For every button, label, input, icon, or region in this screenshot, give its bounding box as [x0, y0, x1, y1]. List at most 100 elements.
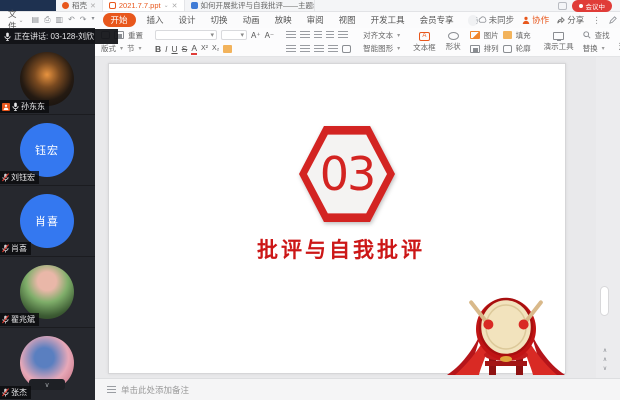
- outline-icon[interactable]: [503, 45, 512, 53]
- slide-canvas[interactable]: 03 批评与自我批评: [108, 63, 566, 374]
- tab-review[interactable]: 审阅: [303, 13, 328, 27]
- tab-design[interactable]: 设计: [175, 13, 200, 27]
- justify-icon[interactable]: [328, 45, 338, 53]
- shape-button[interactable]: 形状: [441, 28, 466, 56]
- increase-indent-icon[interactable]: [326, 31, 334, 39]
- paragraph-group: [282, 28, 355, 56]
- select-button[interactable]: 选择: [614, 28, 620, 56]
- tab-template-store[interactable]: 稻壳 ✕: [56, 0, 103, 11]
- decrease-indent-icon[interactable]: [314, 31, 322, 39]
- align-text-button[interactable]: 对齐文本: [363, 30, 393, 41]
- tab-member[interactable]: 会员专享: [416, 13, 458, 27]
- highlight-color-icon[interactable]: [223, 45, 232, 53]
- tab-home[interactable]: 开始: [103, 13, 136, 27]
- slide-number-hexagon[interactable]: 03: [299, 124, 395, 224]
- participant-tile[interactable]: 肖喜 肖喜: [0, 186, 95, 257]
- close-icon[interactable]: ✕: [172, 2, 178, 10]
- tab-presentation[interactable]: 2021.7.7.ppt ⌄ ✕: [103, 0, 185, 11]
- slide-section-number: 03: [320, 147, 375, 201]
- underline-button[interactable]: U: [172, 44, 178, 54]
- picture-button[interactable]: 图片: [484, 30, 499, 41]
- participant-tile[interactable]: 钰宏 刘钰宏: [0, 115, 95, 186]
- avatar: 肖喜: [20, 194, 74, 248]
- smart-graphic-button[interactable]: 智能图形: [363, 43, 393, 54]
- slide-title[interactable]: 批评与自我批评: [109, 234, 573, 264]
- columns-icon[interactable]: [342, 45, 351, 53]
- section-button[interactable]: 节: [127, 43, 135, 54]
- meeting-status-button[interactable]: 会议中: [572, 0, 613, 12]
- fill-icon[interactable]: [503, 31, 512, 39]
- superscript-button[interactable]: X²: [201, 45, 208, 52]
- arrange-icon[interactable]: [470, 45, 480, 53]
- bullet-list-icon[interactable]: [286, 31, 296, 39]
- font-color-button[interactable]: A: [191, 43, 197, 55]
- present-tools-button[interactable]: 演示工具: [539, 28, 579, 56]
- window-panel-icon[interactable]: [558, 2, 567, 10]
- bold-button[interactable]: B: [155, 44, 161, 54]
- menu-bar: 文件 ⌄ ▤ ⎙ ▥ ↶ ↷ ▾ 开始 插入 设计 切换 动画 放映 审阅 视图…: [0, 12, 620, 28]
- participant-tile[interactable]: ∨ 张杰: [0, 328, 95, 400]
- strikethrough-button[interactable]: S: [182, 44, 188, 54]
- find-button[interactable]: 查找: [595, 30, 610, 41]
- participant-tile[interactable]: 孙东东: [0, 44, 95, 115]
- decrease-font-icon[interactable]: A⁻: [265, 31, 275, 40]
- reset-label[interactable]: 重置: [128, 30, 143, 41]
- align-left-icon[interactable]: [286, 45, 296, 53]
- chevron-down-icon[interactable]: ⌄: [164, 2, 169, 9]
- more-menu-icon[interactable]: ⋮: [592, 15, 601, 26]
- arrange-button[interactable]: 排列: [484, 43, 499, 54]
- tab-animation[interactable]: 动画: [239, 13, 264, 27]
- align-center-icon[interactable]: [300, 45, 310, 53]
- share-button[interactable]: 分享: [557, 14, 584, 26]
- print-icon[interactable]: ⎙: [44, 15, 50, 25]
- picture-icon[interactable]: [470, 31, 480, 39]
- font-name-select[interactable]: ▾: [155, 30, 217, 40]
- layout-button[interactable]: 版式: [101, 43, 116, 54]
- subscript-button[interactable]: X₂: [212, 45, 219, 52]
- collaborate-label: 协作: [532, 14, 549, 26]
- sync-label: 未同步: [489, 14, 515, 26]
- notes-bar[interactable]: 单击此处添加备注: [95, 378, 620, 400]
- fill-button[interactable]: 填充: [516, 30, 531, 41]
- replace-button[interactable]: 替换: [583, 43, 598, 54]
- tab-developer[interactable]: 开发工具: [367, 13, 409, 27]
- doc-file-icon: [191, 2, 198, 9]
- close-icon[interactable]: ✕: [90, 2, 96, 10]
- speaking-indicator: 正在讲话: 03-128-刘欣: [0, 29, 118, 44]
- save-icon[interactable]: ▤: [32, 15, 40, 25]
- share-label: 分享: [567, 14, 584, 26]
- participant-name: 孙东东: [21, 101, 45, 112]
- chinese-drum-illustration[interactable]: [445, 293, 567, 375]
- collapse-list-button[interactable]: ∨: [29, 379, 65, 390]
- collaborate-button[interactable]: 协作: [522, 14, 549, 26]
- preview-icon[interactable]: ▥: [56, 15, 64, 25]
- redo-icon[interactable]: ↷: [80, 15, 87, 25]
- tab-word-document[interactable]: 如何开展批评与自我批评——主题组织生活会 ✕: [185, 0, 315, 11]
- textbox-button[interactable]: A 文本框: [408, 28, 441, 56]
- next-slide-icon[interactable]: ∨: [603, 366, 607, 372]
- avatar: [20, 265, 74, 319]
- sync-status[interactable]: 未同步: [478, 14, 515, 26]
- chevron-down-icon[interactable]: ▾: [91, 15, 94, 25]
- shape-label: 形状: [446, 41, 461, 52]
- scrollbar-thumb[interactable]: [600, 286, 609, 316]
- tab-transitions[interactable]: 切换: [207, 13, 232, 27]
- tab-slideshow[interactable]: 放映: [271, 13, 296, 27]
- italic-button[interactable]: I: [165, 44, 167, 54]
- participant-tile[interactable]: 翟兆斌: [0, 257, 95, 328]
- edit-pencil-icon[interactable]: [609, 16, 617, 24]
- font-size-select[interactable]: ▾: [221, 30, 247, 40]
- numbered-list-icon[interactable]: [300, 31, 310, 39]
- outline-button[interactable]: 轮廓: [516, 43, 531, 54]
- vertical-scrollbar[interactable]: ∧ ∧ ∨: [596, 57, 620, 378]
- tab-view[interactable]: 视图: [335, 13, 360, 27]
- command-search-input[interactable]: 查找命令、搜索模板: [468, 15, 478, 26]
- line-spacing-icon[interactable]: [338, 31, 348, 39]
- scroll-up-icon[interactable]: ∧: [603, 348, 607, 354]
- chevron-down-icon: ▾: [139, 45, 142, 52]
- tab-insert[interactable]: 插入: [143, 13, 168, 27]
- increase-font-icon[interactable]: A⁺: [251, 31, 261, 40]
- align-right-icon[interactable]: [314, 45, 324, 53]
- previous-slide-icon[interactable]: ∧: [603, 357, 607, 363]
- undo-icon[interactable]: ↶: [68, 15, 75, 25]
